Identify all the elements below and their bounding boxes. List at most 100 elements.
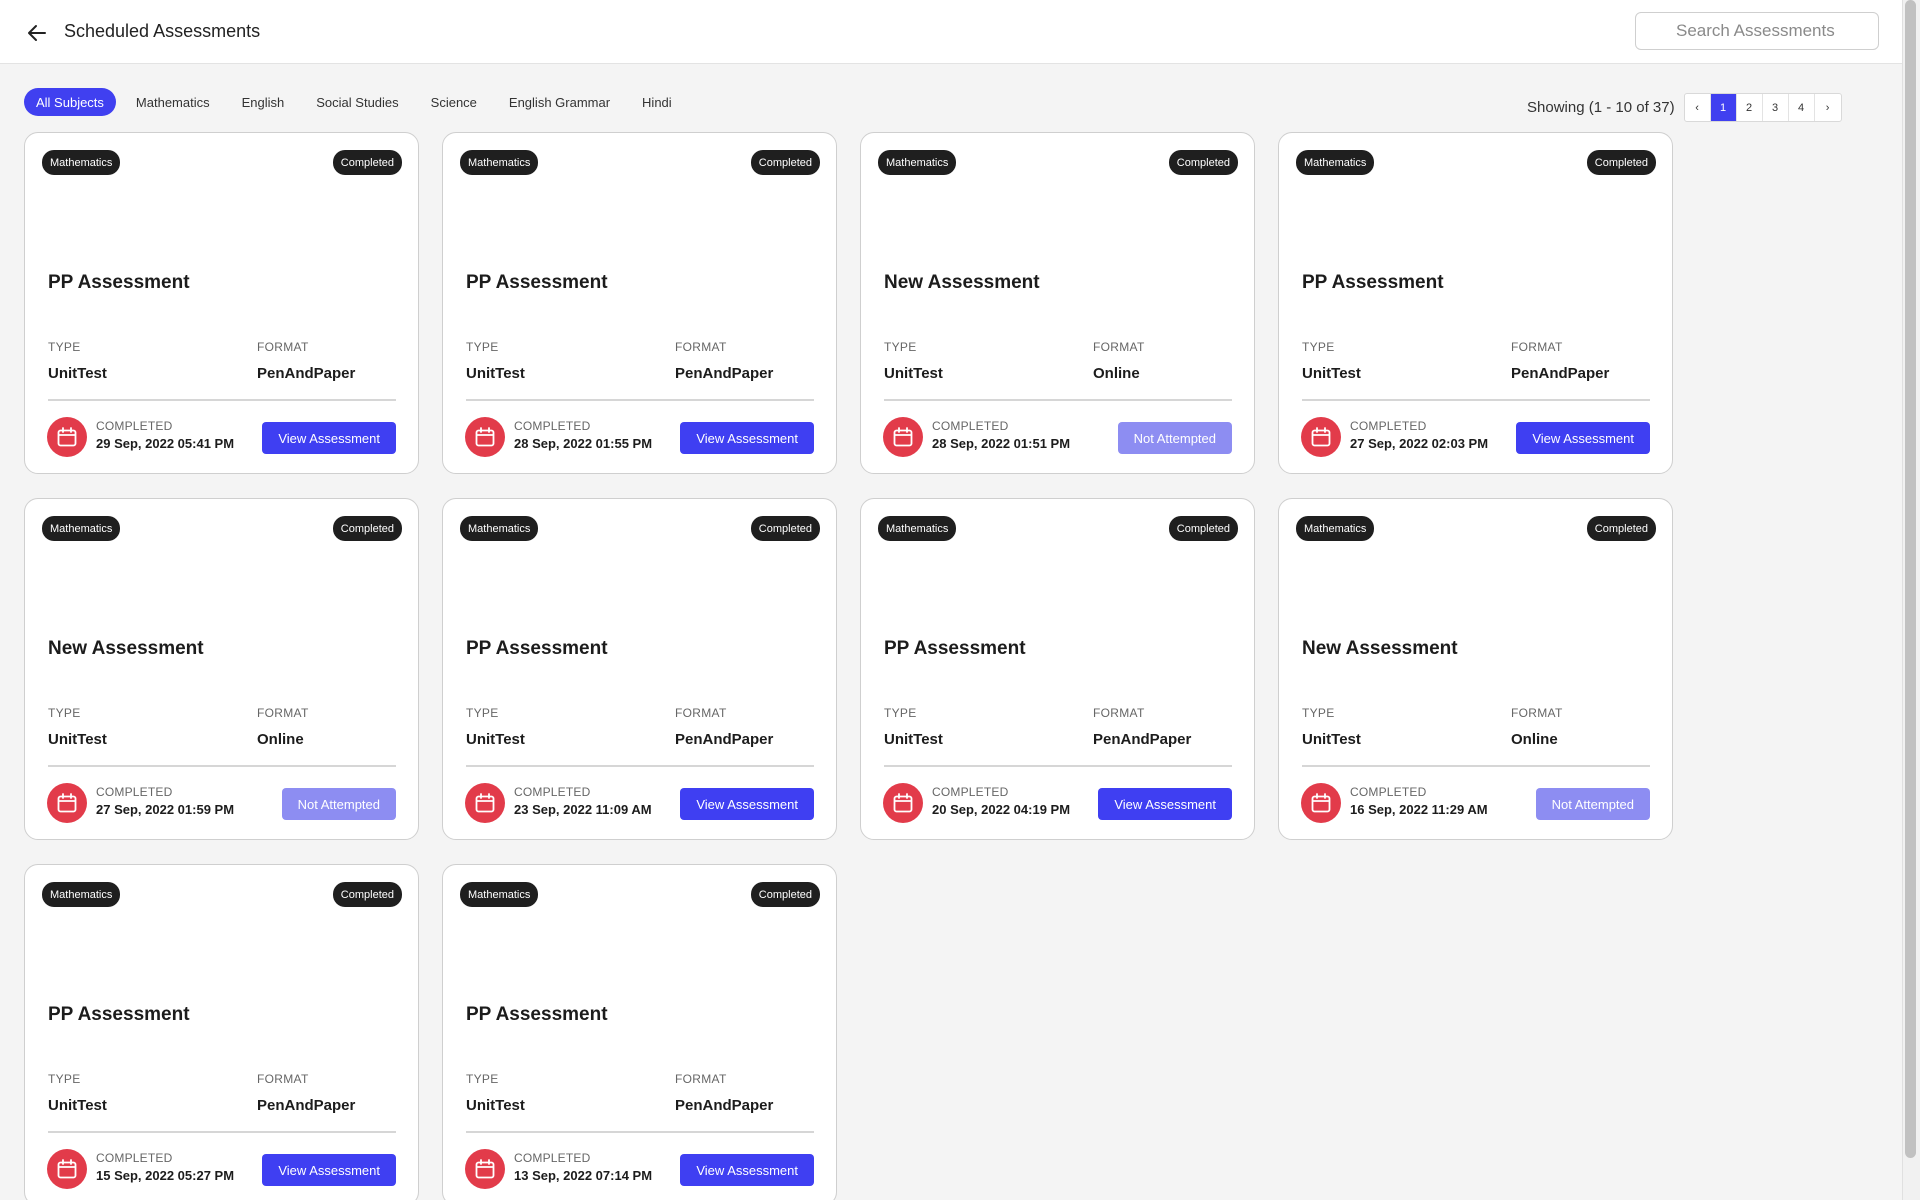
filter-tab-mathematics[interactable]: Mathematics xyxy=(124,88,222,116)
format-label: FORMAT xyxy=(257,1072,309,1086)
calendar-badge xyxy=(47,783,87,823)
assessment-title: PP Assessment xyxy=(48,1004,190,1025)
assessment-card[interactable]: Mathematics Completed New Assessment TYPE FO… xyxy=(1278,498,1673,840)
view-assessment-button[interactable]: View Assessment xyxy=(680,422,814,454)
format-value: PenAndPaper xyxy=(1093,731,1192,748)
format-value: Online xyxy=(1511,731,1558,748)
filter-tab-all-subjects[interactable]: All Subjects xyxy=(24,88,116,116)
assessment-card[interactable]: Mathematics Completed New Assessment TYPE FO… xyxy=(24,498,419,840)
format-label: FORMAT xyxy=(675,340,727,354)
divider xyxy=(884,765,1232,767)
page-title: Scheduled Assessments xyxy=(64,21,261,41)
type-value: UnitTest xyxy=(1302,365,1361,382)
calendar-icon xyxy=(893,427,913,447)
calendar-badge xyxy=(1301,417,1341,457)
status-badge: Completed xyxy=(332,150,402,175)
assessment-card[interactable]: Mathematics Completed PP Assessment TYPE FOR… xyxy=(24,864,419,1200)
format-value: Online xyxy=(257,731,304,748)
view-assessment-button[interactable]: View Assessment xyxy=(680,1154,814,1186)
page-button-1[interactable]: 1 xyxy=(1710,94,1737,121)
calendar-icon xyxy=(893,793,913,813)
filter-tab-social-studies[interactable]: Social Studies xyxy=(304,88,410,116)
next-page-button[interactable]: › xyxy=(1815,94,1841,121)
type-label: TYPE xyxy=(884,340,917,354)
page-button-3[interactable]: 3 xyxy=(1763,94,1789,121)
completed-date: 29 Sep, 2022 05:41 PM xyxy=(96,436,235,451)
type-value: UnitTest xyxy=(466,1097,525,1114)
completed-label: COMPLETED xyxy=(1350,785,1427,799)
view-assessment-button[interactable]: View Assessment xyxy=(262,422,396,454)
calendar-badge xyxy=(465,1149,505,1189)
type-label: TYPE xyxy=(48,340,81,354)
calendar-icon xyxy=(57,1159,77,1179)
format-label: FORMAT xyxy=(257,706,309,720)
status-badge: Completed xyxy=(750,516,820,541)
arrow-left-icon xyxy=(28,25,46,41)
status-badge: Completed xyxy=(332,516,402,541)
calendar-badge xyxy=(883,417,923,457)
type-value: UnitTest xyxy=(466,731,525,748)
filter-tab-english-grammar[interactable]: English Grammar xyxy=(497,88,622,116)
view-assessment-button[interactable]: View Assessment xyxy=(1098,788,1232,820)
completed-date: 27 Sep, 2022 01:59 PM xyxy=(96,802,235,817)
not-attempted-button[interactable]: Not Attempted xyxy=(1117,422,1232,454)
prev-page-button[interactable]: ‹ xyxy=(1685,94,1711,121)
subject-badge: Mathematics xyxy=(878,516,957,541)
assessment-card[interactable]: Mathematics Completed PP Assessment TYPE FOR… xyxy=(442,132,837,474)
assessment-card[interactable]: Mathematics Completed PP Assessment TYPE FOR… xyxy=(1278,132,1673,474)
filter-tab-science[interactable]: Science xyxy=(419,88,489,116)
completed-label: COMPLETED xyxy=(932,419,1009,433)
status-badge: Completed xyxy=(1586,516,1656,541)
assessment-title: PP Assessment xyxy=(466,272,608,293)
top-header: Scheduled Assessments xyxy=(0,0,1902,64)
type-label: TYPE xyxy=(466,706,499,720)
status-badge: Completed xyxy=(750,150,820,175)
assessment-card[interactable]: Mathematics Completed New Assessment TYPE FO… xyxy=(860,132,1255,474)
not-attempted-button[interactable]: Not Attempted xyxy=(281,788,396,820)
back-button[interactable] xyxy=(22,18,52,48)
divider xyxy=(466,399,814,401)
type-value: UnitTest xyxy=(48,731,107,748)
view-assessment-button[interactable]: View Assessment xyxy=(1516,422,1650,454)
search-input[interactable] xyxy=(1635,12,1879,50)
calendar-icon xyxy=(475,793,495,813)
divider xyxy=(466,765,814,767)
type-label: TYPE xyxy=(1302,706,1335,720)
assessment-card[interactable]: Mathematics Completed PP Assessment TYPE FOR… xyxy=(860,498,1255,840)
completed-label: COMPLETED xyxy=(932,785,1009,799)
page-button-4[interactable]: 4 xyxy=(1789,94,1815,121)
filter-tab-english[interactable]: English xyxy=(230,88,297,116)
type-label: TYPE xyxy=(48,1072,81,1086)
format-value: PenAndPaper xyxy=(675,1097,774,1114)
completed-label: COMPLETED xyxy=(96,785,173,799)
status-badge: Completed xyxy=(1586,150,1656,175)
scrollbar-thumb[interactable] xyxy=(1905,0,1916,1158)
status-badge: Completed xyxy=(332,882,402,907)
view-assessment-button[interactable]: View Assessment xyxy=(680,788,814,820)
completed-label: COMPLETED xyxy=(514,785,591,799)
completed-label: COMPLETED xyxy=(1350,419,1427,433)
view-assessment-button[interactable]: View Assessment xyxy=(262,1154,396,1186)
subject-badge: Mathematics xyxy=(460,150,539,175)
assessment-card[interactable]: Mathematics Completed PP Assessment TYPE FOR… xyxy=(442,498,837,840)
filter-tab-hindi[interactable]: Hindi xyxy=(630,88,684,116)
page-button-2[interactable]: 2 xyxy=(1737,94,1763,121)
subject-badge: Mathematics xyxy=(460,516,539,541)
format-value: PenAndPaper xyxy=(257,1097,356,1114)
status-badge: Completed xyxy=(750,882,820,907)
subject-badge: Mathematics xyxy=(878,150,957,175)
assessment-card[interactable]: Mathematics Completed PP Assessment TYPE FOR… xyxy=(442,864,837,1200)
assessment-title: PP Assessment xyxy=(48,272,190,293)
subject-badge: Mathematics xyxy=(42,150,121,175)
calendar-icon xyxy=(1311,793,1331,813)
assessment-title: PP Assessment xyxy=(466,1004,608,1025)
divider xyxy=(48,1131,396,1133)
type-value: UnitTest xyxy=(48,365,107,382)
not-attempted-button[interactable]: Not Attempted xyxy=(1535,788,1650,820)
assessment-title: New Assessment xyxy=(48,638,204,659)
assessment-title: New Assessment xyxy=(1302,638,1458,659)
assessment-card[interactable]: Mathematics Completed PP Assessment TYPE FOR… xyxy=(24,132,419,474)
type-label: TYPE xyxy=(466,1072,499,1086)
divider xyxy=(1302,765,1650,767)
calendar-icon xyxy=(57,793,77,813)
